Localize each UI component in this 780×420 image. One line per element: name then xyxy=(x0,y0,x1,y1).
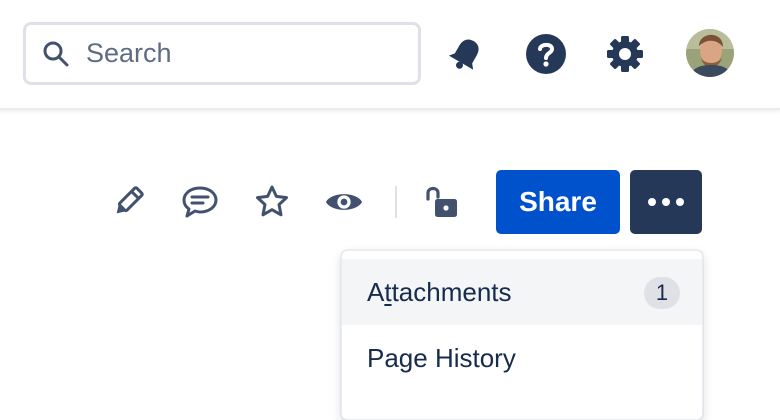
settings-button[interactable] xyxy=(603,32,647,76)
share-button[interactable]: Share xyxy=(496,170,620,234)
bell-icon xyxy=(448,39,479,70)
watch-button[interactable] xyxy=(324,182,364,222)
menu-item-attachments[interactable]: Attachments 1 xyxy=(342,259,702,325)
menu-item-page-history[interactable]: Page History xyxy=(342,325,702,391)
unlock-icon xyxy=(426,186,457,217)
search-icon xyxy=(43,41,69,66)
toolbar-divider xyxy=(395,186,397,218)
more-icon xyxy=(648,198,656,206)
star-icon xyxy=(256,185,288,217)
edit-icon xyxy=(116,186,144,214)
restrictions-button[interactable] xyxy=(420,182,460,222)
notifications-button[interactable] xyxy=(444,32,488,76)
help-icon xyxy=(526,34,566,74)
help-button[interactable] xyxy=(524,32,568,76)
comment-icon xyxy=(182,186,218,218)
search-placeholder: Search xyxy=(86,38,172,68)
settings-icon xyxy=(607,36,643,72)
menu-item-label: Page History xyxy=(367,342,516,373)
menu-item-label: Attachments xyxy=(367,276,512,307)
eye-icon xyxy=(325,194,363,210)
user-avatar[interactable] xyxy=(686,29,734,77)
more-actions-button[interactable] xyxy=(630,170,702,234)
avatar-image xyxy=(686,29,734,77)
top-navigation: Search xyxy=(0,0,780,110)
comment-button[interactable] xyxy=(180,182,220,222)
count-badge: 1 xyxy=(644,277,680,309)
edit-button[interactable] xyxy=(108,182,148,222)
more-actions-menu: Attachments 1 Page History xyxy=(341,250,703,420)
star-button[interactable] xyxy=(252,182,292,222)
search-input[interactable]: Search xyxy=(23,22,421,85)
